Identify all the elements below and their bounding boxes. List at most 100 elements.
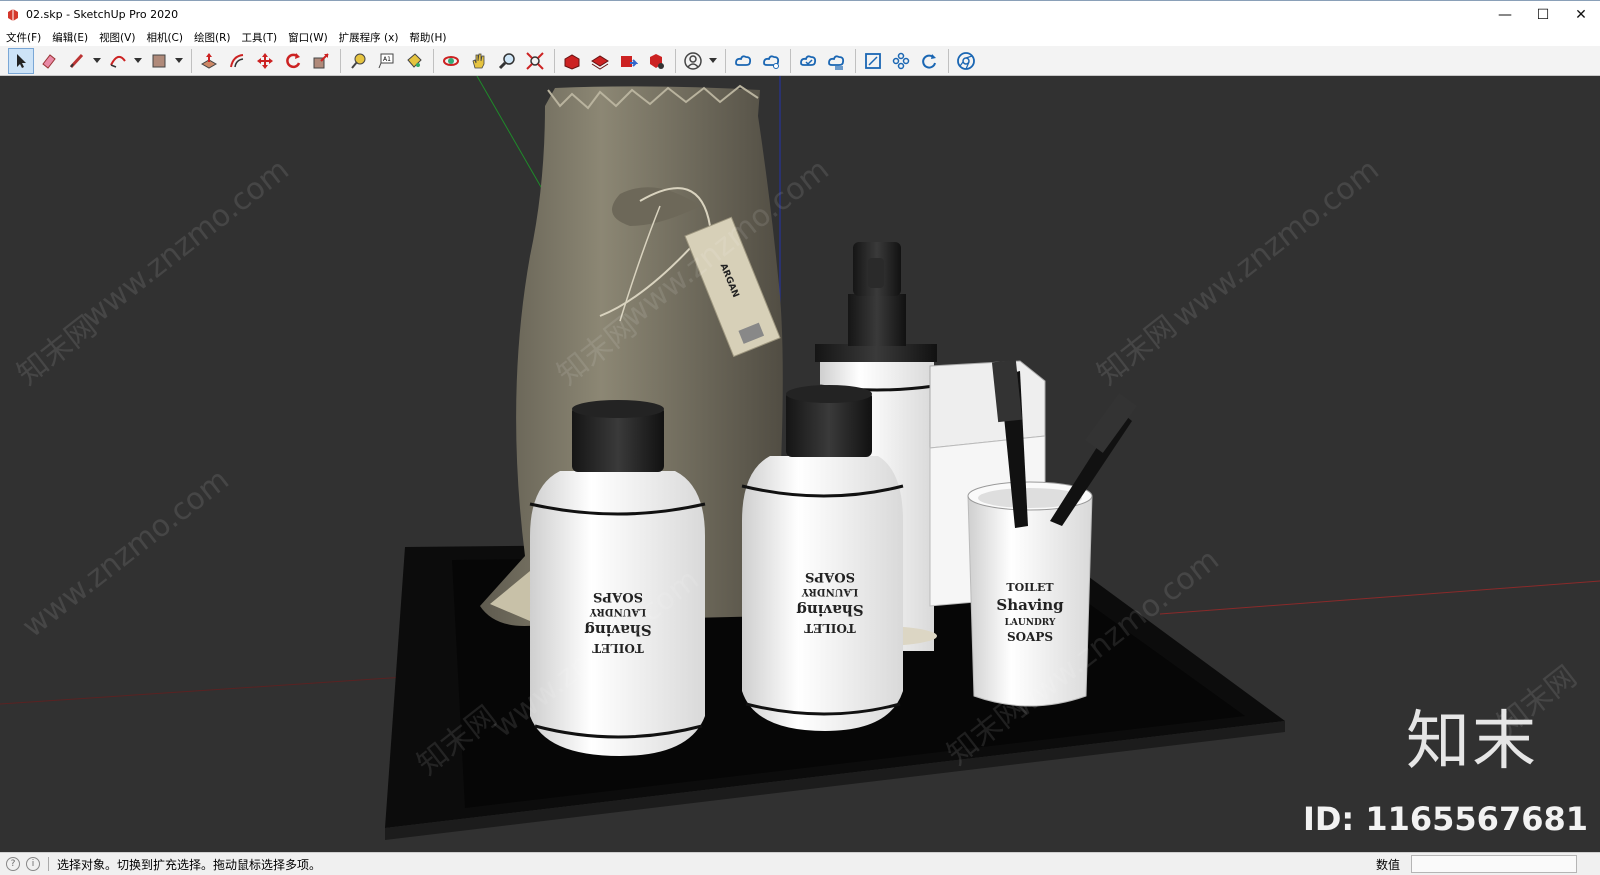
svg-text:Shaving: Shaving	[996, 596, 1064, 614]
components-button[interactable]	[888, 48, 914, 74]
select-icon	[17, 53, 26, 68]
layout-button[interactable]	[860, 48, 886, 74]
red-axis-left	[0, 675, 421, 705]
account-icon	[684, 51, 702, 70]
text-icon: A1	[378, 53, 394, 68]
menu-view[interactable]: 视图(V)	[99, 30, 135, 45]
toolbar-divider	[790, 48, 791, 73]
pan-tool-button[interactable]	[466, 48, 492, 74]
toolbar-divider	[554, 48, 555, 73]
chrome-icon	[957, 51, 975, 70]
paint-bucket-icon	[407, 52, 422, 68]
account-button[interactable]	[680, 48, 706, 74]
minimize-button[interactable]: —	[1486, 1, 1524, 29]
menu-draw[interactable]: 绘图(R)	[194, 30, 231, 45]
warehouse-button[interactable]	[559, 48, 585, 74]
offset-tool-button[interactable]	[224, 48, 250, 74]
bottle-middle-label: TOILET Shaving LAUNDRY SOAPS	[796, 569, 864, 635]
orbit-icon	[443, 55, 459, 66]
window-controls: — ☐ ✕	[1486, 1, 1600, 29]
scale-tool-button[interactable]	[308, 48, 334, 74]
tape-measure-icon	[351, 53, 366, 69]
eraser-tool-button[interactable]	[36, 48, 62, 74]
svg-text:SOAPS: SOAPS	[1007, 630, 1053, 644]
arc-icon	[110, 55, 126, 68]
zoom-tool-button[interactable]	[494, 48, 520, 74]
eraser-icon	[42, 53, 56, 69]
line-icon	[69, 53, 84, 68]
status-divider	[48, 857, 49, 871]
brand-logo: 知末	[1406, 705, 1538, 779]
info-icon[interactable]: i	[26, 857, 40, 871]
menu-edit[interactable]: 编辑(E)	[52, 30, 88, 45]
cloud-sync-icon	[800, 54, 817, 66]
line-dropdown-arrow[interactable]	[92, 48, 102, 74]
rotate-tool-button[interactable]	[280, 48, 306, 74]
tape-measure-tool-button[interactable]	[345, 48, 371, 74]
extension-warehouse-icon	[591, 54, 609, 70]
account-dropdown-arrow[interactable]	[708, 48, 718, 74]
trimble-connect-button[interactable]	[730, 48, 756, 74]
text-tool-button[interactable]: A1	[373, 48, 399, 74]
arc-tool-button[interactable]	[105, 48, 131, 74]
svg-text:TOILET: TOILET	[804, 621, 856, 635]
move-tool-button[interactable]	[252, 48, 278, 74]
chrome-button[interactable]	[953, 48, 979, 74]
extension-warehouse-button[interactable]	[587, 48, 613, 74]
rectangle-tool-button[interactable]	[146, 48, 172, 74]
geolocation-icon[interactable]: ?	[6, 857, 20, 871]
cloud-upload-icon	[763, 54, 780, 69]
cloud-upload-button[interactable]	[758, 48, 784, 74]
svg-text:LAUNDRY: LAUNDRY	[589, 606, 646, 617]
extension-manager-button[interactable]	[643, 48, 669, 74]
maximize-button[interactable]: ☐	[1524, 1, 1562, 29]
scene-render: ARGAN TOILET Shaving LAUNDRY SOAPS TOILE…	[0, 76, 1600, 840]
scale-icon	[313, 52, 329, 68]
toolbar-divider	[725, 48, 726, 73]
menu-help[interactable]: 帮助(H)	[409, 30, 446, 45]
svg-text:LAUNDRY: LAUNDRY	[1005, 618, 1056, 628]
refresh-icon	[922, 53, 936, 69]
status-hint: 选择对象。切换到扩充选择。拖动鼠标选择多项。	[57, 857, 322, 872]
close-button[interactable]: ✕	[1562, 1, 1600, 29]
toolbar-divider	[340, 48, 341, 73]
menu-window[interactable]: 窗口(W)	[288, 30, 328, 45]
push-pull-tool-button[interactable]	[196, 48, 222, 74]
rectangle-dropdown-arrow[interactable]	[174, 48, 184, 74]
main-toolbar: A1	[0, 46, 1600, 76]
refresh-button[interactable]	[916, 48, 942, 74]
menu-tools[interactable]: 工具(T)	[241, 30, 277, 45]
rotate-icon	[286, 52, 301, 68]
measurements-input[interactable]	[1411, 855, 1577, 873]
offset-icon	[230, 53, 244, 67]
select-tool-button[interactable]	[8, 47, 34, 74]
measurements-label: 数值	[1376, 858, 1401, 872]
paint-bucket-tool-button[interactable]	[401, 48, 427, 74]
warehouse-icon	[564, 53, 580, 70]
zoom-icon	[498, 52, 515, 69]
cloud-sync-button[interactable]	[795, 48, 821, 74]
zoom-extents-icon	[526, 51, 544, 70]
svg-text:Shaving: Shaving	[584, 621, 652, 639]
rectangle-icon	[152, 54, 166, 67]
sketchup-app-icon	[8, 8, 18, 21]
line-tool-button[interactable]	[64, 48, 90, 74]
move-icon	[257, 52, 273, 69]
svg-text:LAUNDRY: LAUNDRY	[801, 586, 858, 597]
brand-id: ID: 1165567681	[1302, 800, 1588, 838]
send-to-layout-button[interactable]	[615, 48, 641, 74]
model-viewport[interactable]: ARGAN TOILET Shaving LAUNDRY SOAPS TOILE…	[0, 76, 1600, 852]
arc-dropdown-arrow[interactable]	[133, 48, 143, 74]
orbit-tool-button[interactable]	[438, 48, 464, 74]
toolbar-divider	[855, 48, 856, 73]
menu-camera[interactable]: 相机(C)	[146, 30, 183, 45]
zoom-extents-tool-button[interactable]	[522, 48, 548, 74]
toolbar-divider	[675, 48, 676, 73]
title-bar: 02.skp - SketchUp Pro 2020 — ☐ ✕	[0, 0, 1600, 28]
cloud-share-button[interactable]	[823, 48, 849, 74]
cloud-share-icon	[828, 54, 845, 70]
push-pull-icon	[200, 52, 218, 69]
menu-extensions[interactable]: 扩展程序 (x)	[339, 30, 399, 45]
svg-text:TOILET: TOILET	[592, 641, 644, 655]
menu-file[interactable]: 文件(F)	[6, 30, 41, 45]
